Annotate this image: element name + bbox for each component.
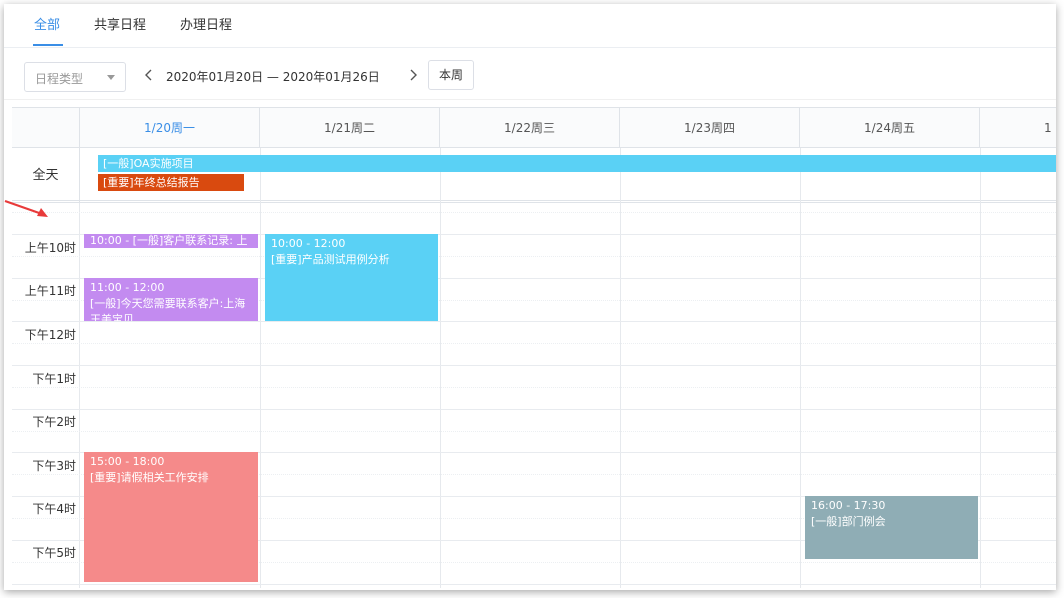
tab-handling[interactable]: 办理日程 <box>180 14 232 33</box>
event-title: [一般]今天您需要联系客户:上海王美宝贝 <box>90 297 246 321</box>
time-label: 下午1时 <box>32 372 76 386</box>
grid-line <box>800 148 801 588</box>
event-time: 15:00 - 18:00 <box>90 455 165 468</box>
half-hour-line <box>12 387 1056 388</box>
event-time: 10:00 - [一般]客户联系记录: 上 <box>90 234 248 247</box>
time-label: 下午5时 <box>32 546 76 560</box>
schedule-type-select[interactable]: 日程类型 <box>24 62 126 92</box>
event-time: 10:00 - 12:00 <box>271 237 346 250</box>
red-arrow-annotation-icon <box>4 199 48 217</box>
grid-line <box>440 148 441 588</box>
grid-line <box>620 148 621 588</box>
half-hour-line <box>12 256 1056 257</box>
next-week-button[interactable] <box>406 65 420 85</box>
time-label: 上午11时 <box>24 284 76 298</box>
day-header-fri[interactable]: 1/24周五 <box>800 108 980 148</box>
half-hour-line <box>12 343 1056 344</box>
event-customer-contact-record[interactable]: 10:00 - [一般]客户联系记录: 上 <box>84 234 258 248</box>
schedule-type-placeholder: 日程类型 <box>35 72 84 86</box>
caret-down-icon <box>107 75 115 80</box>
time-label: 下午2时 <box>32 415 76 429</box>
chevron-left-icon <box>145 69 152 81</box>
allday-label: 全天 <box>12 148 80 203</box>
event-title: [重要]请假相关工作安排 <box>90 471 209 484</box>
grid-line <box>79 203 80 588</box>
hour-line <box>12 409 1056 410</box>
event-product-test-analysis[interactable]: 10:00 - 12:00 [重要]产品测试用例分析 <box>265 234 438 321</box>
grid-line <box>980 148 981 588</box>
grid-line <box>260 148 261 588</box>
hour-line <box>12 365 1056 366</box>
time-label: 下午4时 <box>32 502 76 516</box>
allday-event-oa-project[interactable]: [一般]OA实施项目 <box>98 155 1056 172</box>
tab-shared[interactable]: 共享日程 <box>94 14 146 33</box>
chevron-right-icon <box>410 69 417 81</box>
event-time: 16:00 - 17:30 <box>811 499 886 512</box>
day-header-wed[interactable]: 1/22周三 <box>440 108 620 148</box>
event-contact-customer[interactable]: 11:00 - 12:00 [一般]今天您需要联系客户:上海王美宝贝 <box>84 278 258 321</box>
this-week-button[interactable]: 本周 <box>428 60 474 90</box>
day-header-sat[interactable]: 1 <box>980 108 1056 148</box>
day-header-mon[interactable]: 1/20周一 <box>80 108 260 148</box>
toolbar: 日程类型 2020年01月20日 — 2020年01月26日 本周 <box>4 48 1056 100</box>
allday-event-year-end-report[interactable]: [重要]年终总结报告 <box>98 174 244 191</box>
event-title: [一般]部门例会 <box>811 515 886 528</box>
calendar-window: 全部 共享日程 办理日程 日程类型 2020年01月20日 — 2020年01月… <box>4 4 1056 590</box>
time-gutter-header <box>12 108 80 148</box>
hour-line <box>12 584 1056 585</box>
time-label: 下午12时 <box>24 328 76 342</box>
half-hour-line <box>12 212 1056 213</box>
hour-line <box>12 321 1056 322</box>
prev-week-button[interactable] <box>142 65 156 85</box>
event-time: 11:00 - 12:00 <box>90 281 165 294</box>
event-department-meeting[interactable]: 16:00 - 17:30 [一般]部门例会 <box>805 496 978 559</box>
active-tab-indicator <box>33 44 63 46</box>
time-label: 上午10时 <box>24 241 76 255</box>
date-range-label: 2020年01月20日 — 2020年01月26日 <box>166 70 380 84</box>
day-header-tue[interactable]: 1/21周二 <box>260 108 440 148</box>
week-calendar: 1/20周一 1/21周二 1/22周三 1/23周四 1/24周五 1 全天 <box>12 107 1056 588</box>
event-title: [重要]产品测试用例分析 <box>271 253 390 266</box>
tab-all[interactable]: 全部 <box>34 14 60 33</box>
schedule-tabs: 全部 共享日程 办理日程 <box>4 4 1056 48</box>
event-leave-arrangement[interactable]: 15:00 - 18:00 [重要]请假相关工作安排 <box>84 452 258 582</box>
time-label: 下午3时 <box>32 459 76 473</box>
half-hour-line <box>12 431 1056 432</box>
day-header-thu[interactable]: 1/23周四 <box>620 108 800 148</box>
